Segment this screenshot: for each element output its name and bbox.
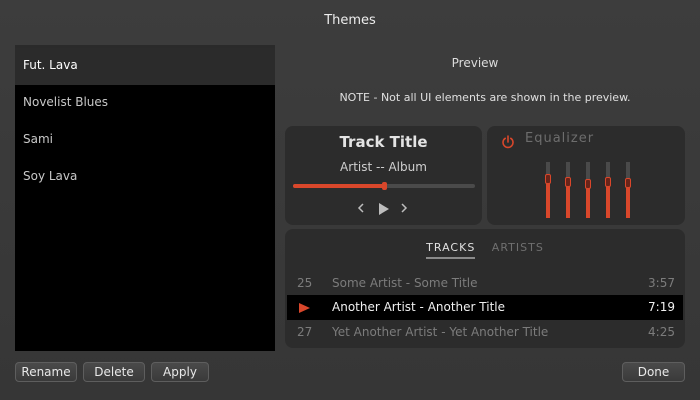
- equalizer-band[interactable]: [605, 162, 611, 218]
- power-icon[interactable]: [501, 134, 515, 149]
- dialog-title: Themes: [324, 13, 376, 28]
- tab-tracks[interactable]: Tracks: [426, 241, 476, 259]
- track-title: Track Title: [339, 133, 428, 151]
- chevron-right-icon[interactable]: [400, 202, 408, 216]
- theme-item-sami[interactable]: Sami: [15, 122, 275, 159]
- rename-button[interactable]: Rename: [15, 362, 77, 382]
- theme-item-novelist-blues[interactable]: Novelist Blues: [15, 85, 275, 122]
- track-duration: 7:19: [648, 300, 675, 314]
- themes-dialog: Themes Fut. Lava Novelist Blues Sami Soy…: [0, 0, 700, 400]
- track-duration: 3:57: [648, 276, 675, 290]
- equalizer-band-handle[interactable]: [545, 173, 551, 184]
- equalizer-band-handle[interactable]: [625, 178, 631, 189]
- artist-album: Artist -- Album: [340, 160, 427, 174]
- equalizer-band[interactable]: [585, 162, 591, 218]
- theme-item-soy-lava[interactable]: Soy Lava: [15, 159, 275, 196]
- track-number: 25: [297, 276, 313, 290]
- track-row-playing[interactable]: Another Artist - Another Title 7:19: [287, 295, 683, 320]
- preview-equalizer-panel: Equalizer: [487, 126, 685, 225]
- done-button[interactable]: Done: [622, 362, 685, 382]
- seek-bar[interactable]: [293, 182, 475, 190]
- now-playing-icon: [299, 303, 310, 313]
- tab-artists[interactable]: Artists: [492, 241, 544, 257]
- seek-bar-handle[interactable]: [382, 182, 387, 190]
- track-row[interactable]: 25 Some Artist - Some Title 3:57: [287, 271, 683, 296]
- track-name: Some Artist - Some Title: [332, 276, 478, 290]
- chevron-left-icon[interactable]: [357, 202, 365, 216]
- preview-heading: Preview: [451, 56, 499, 70]
- library-tabs: Tracks Artists: [285, 241, 685, 259]
- seek-bar-fill: [293, 184, 384, 188]
- equalizer-title: Equalizer: [525, 131, 595, 146]
- theme-list[interactable]: Fut. Lava Novelist Blues Sami Soy Lava: [15, 45, 275, 351]
- equalizer-band-handle[interactable]: [565, 176, 571, 187]
- equalizer-band-handle[interactable]: [605, 176, 611, 187]
- equalizer-band[interactable]: [545, 162, 551, 218]
- track-row[interactable]: 27 Yet Another Artist - Yet Another Titl…: [287, 320, 683, 345]
- theme-item-fut-lava[interactable]: Fut. Lava: [15, 48, 275, 85]
- track-number: 27: [297, 325, 313, 339]
- apply-button[interactable]: Apply: [151, 362, 209, 382]
- track-name: Yet Another Artist - Yet Another Title: [332, 325, 549, 339]
- track-duration: 4:25: [648, 325, 675, 339]
- track-name: Another Artist - Another Title: [332, 300, 506, 314]
- delete-button[interactable]: Delete: [83, 362, 145, 382]
- equalizer-band[interactable]: [565, 162, 571, 218]
- preview-note: NOTE - Not all UI elements are shown in …: [339, 91, 631, 104]
- preview-player-panel: Track Title Artist -- Album: [285, 126, 482, 225]
- equalizer-band-handle[interactable]: [585, 179, 591, 190]
- play-icon[interactable]: [378, 203, 390, 218]
- preview-library-panel: Tracks Artists 25 Some Artist - Some Tit…: [285, 229, 685, 348]
- equalizer-band[interactable]: [625, 162, 631, 218]
